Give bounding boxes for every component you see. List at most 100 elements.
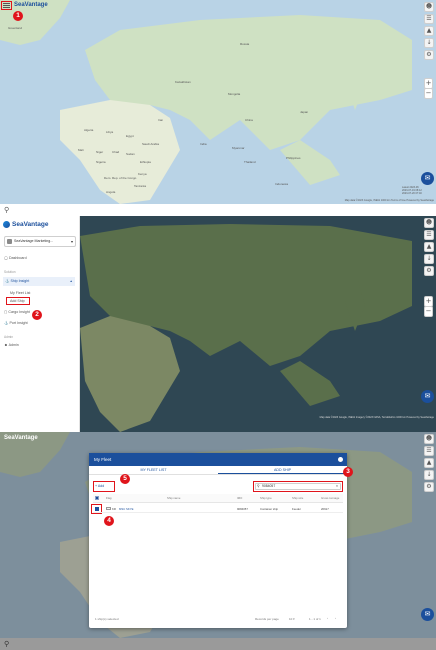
dialog-header: My Fleet <box>89 453 347 466</box>
map-label-tanzania: Tanzania <box>134 184 147 188</box>
pagination-range: 1 - 1 of 1 <box>309 617 321 621</box>
map-label-myanmar: Myanmar <box>232 146 245 150</box>
col-ship-name: Ship name <box>167 496 181 500</box>
map-label-algeria: Algeria <box>84 128 94 132</box>
annotation-number-3: 3 <box>343 467 353 477</box>
tab-my-fleet-list[interactable]: MY FLEET LIST <box>89 466 218 474</box>
tab-add-ship[interactable]: ADD SHIP <box>218 466 347 474</box>
workspace-selector[interactable]: SeaVantage Marketing... ▾ <box>4 236 76 247</box>
chevron-up-icon: ▴ <box>70 279 72 283</box>
sidebar-item-add-ship[interactable]: Add Ship <box>10 299 25 303</box>
download-icon[interactable]: ↓ <box>424 254 434 264</box>
map-panel-2[interactable]: SeaVantage SeaVantage Marketing... ▾ ◯ D… <box>0 216 436 432</box>
world-map-light <box>0 0 436 204</box>
filter-icon[interactable]: ▲ <box>424 458 434 468</box>
imo-search-input[interactable]: ⚲ 9084057 × <box>255 483 341 490</box>
map-info-box: Latest 2023-06 2023-07-19 08:12 2023-07-… <box>402 186 422 195</box>
chat-support-button[interactable]: ✉ <box>421 608 434 621</box>
map-toolbar-right: ☻ ☰ ▲ ↓ ⚙ <box>424 434 434 492</box>
rows-per-page-select[interactable]: 10 ▾ <box>289 617 295 621</box>
sidebar-item-label: Ship Insight <box>10 279 30 283</box>
settings-icon[interactable]: ⚙ <box>424 482 434 492</box>
chevron-down-icon: ▾ <box>70 239 73 244</box>
map-label-angola: Angola <box>106 190 116 194</box>
zoom-out-button[interactable]: − <box>424 306 433 317</box>
my-fleet-dialog: My Fleet MY FLEET LIST ADD SHIP + Add 5 … <box>89 453 353 628</box>
sidebar-item-port-insight[interactable]: ⚓ Port Insight <box>4 321 28 325</box>
map-panel-1[interactable]: SeaVantage 1 Greenland Russia Kazakhstan… <box>0 0 436 204</box>
col-ship-type: Ship type <box>260 496 272 500</box>
chat-support-button[interactable]: ✉ <box>421 172 434 185</box>
chat-support-button[interactable]: ✉ <box>421 390 434 403</box>
sidebar-brand-logo: SeaVantage <box>3 221 49 228</box>
sidebar: SeaVantage SeaVantage Marketing... ▾ ◯ D… <box>0 216 80 432</box>
cell-ship-name[interactable]: MSC SKYE <box>119 507 133 511</box>
annotation-number-5: 5 <box>120 474 130 484</box>
user-icon[interactable]: ☻ <box>424 434 434 444</box>
annotation-number-2: 2 <box>32 310 42 320</box>
hamburger-menu-icon[interactable] <box>3 3 10 8</box>
row-checkbox[interactable] <box>95 507 99 511</box>
dialog-footer: 1 ship(s) selected Records per page 10 ▾… <box>93 615 343 624</box>
search-icon[interactable]: ⚲ <box>4 640 9 648</box>
brand-wordmark: SeaVantage <box>14 2 48 8</box>
sidebar-item-my-fleet-list[interactable]: My Fleet List <box>10 291 30 295</box>
sidebar-item-label: Port Insight <box>9 321 28 325</box>
next-page-icon[interactable]: › <box>335 616 336 620</box>
map-label-japan: Japan <box>300 110 309 114</box>
map-attribution: Map data ©2023 Google, INEGI 1000 km Ter… <box>344 199 434 202</box>
layers-icon[interactable]: ☰ <box>424 446 434 456</box>
logo-mark-icon <box>3 221 10 228</box>
settings-icon[interactable]: ⚙ <box>424 50 434 60</box>
layers-icon[interactable]: ☰ <box>424 230 434 240</box>
results-table-header: Flag Ship name IMO Ship type Ship size G… <box>93 494 343 503</box>
selected-count: 1 ship(s) selected <box>95 617 119 621</box>
map-attribution: Map data ©2023 Google, INEGI Imagery ©20… <box>319 416 434 419</box>
workspace-icon <box>7 239 12 244</box>
sidebar-item-admin[interactable]: ☻ Admin <box>4 343 19 347</box>
download-icon[interactable]: ↓ <box>424 470 434 480</box>
col-ship-size: Ship size <box>292 496 304 500</box>
user-icon[interactable]: ☻ <box>424 2 434 12</box>
map-label-greenland: Greenland <box>8 26 23 30</box>
map-label-russia: Russia <box>240 42 250 46</box>
imo-search-value: 9084057 <box>262 484 276 488</box>
brand-logo: SeaVantage <box>4 435 38 441</box>
chevron-down-icon: ▾ <box>292 617 295 621</box>
prev-page-icon[interactable]: ‹ <box>327 616 328 620</box>
search-icon: ⚲ <box>257 484 260 488</box>
add-button[interactable]: + Add <box>95 483 104 490</box>
map-label-philippines: Philippines <box>286 156 301 160</box>
filter-icon[interactable]: ▲ <box>424 242 434 252</box>
sidebar-item-label: Dashboard <box>9 256 27 260</box>
user-icon[interactable]: ☻ <box>424 218 434 228</box>
sidebar-item-dashboard[interactable]: ◯ Dashboard <box>4 256 27 260</box>
select-all-checkbox[interactable] <box>95 496 99 500</box>
annotation-number-1: 1 <box>13 11 23 21</box>
filter-icon[interactable]: ▲ <box>424 26 434 36</box>
sidebar-item-ship-insight[interactable]: ⚓ Ship Insight ▴ <box>3 277 75 286</box>
download-icon[interactable]: ↓ <box>424 38 434 48</box>
map-label-kenya: Kenya <box>138 172 147 176</box>
map-toolbar-right: ☻ ☰ ▲ ↓ ⚙ <box>424 2 434 60</box>
cell-ship-type: Container ship <box>260 507 279 511</box>
map-panel-3[interactable]: SeaVantage ☻ ☰ ▲ ↓ ⚙ ✉ My Fleet MY FLEET… <box>0 432 436 638</box>
settings-icon[interactable]: ⚙ <box>424 266 434 276</box>
layers-icon[interactable]: ☰ <box>424 14 434 24</box>
sidebar-item-label: Cargo Insight <box>8 310 30 314</box>
col-gross-tonnage: Gross tonnage <box>321 496 340 500</box>
sidebar-item-label: Admin <box>8 343 19 347</box>
clear-icon[interactable]: × <box>336 484 338 489</box>
map-label-india: India <box>200 142 207 146</box>
brand-logo: SeaVantage <box>14 2 48 8</box>
annotation-number-4: 4 <box>104 516 114 526</box>
workspace-name: SeaVantage Marketing... <box>14 239 54 243</box>
sidebar-item-cargo-insight[interactable]: ▢ Cargo Insight <box>4 310 30 314</box>
close-icon[interactable] <box>338 457 343 462</box>
col-imo: IMO <box>237 496 243 500</box>
map-label-sudan: Sudan <box>126 152 135 156</box>
table-row[interactable]: KR MSC SKYE 9084057 Container ship Feede… <box>93 505 343 513</box>
zoom-out-button[interactable]: − <box>424 88 433 99</box>
map-label-nigeria: Nigeria <box>96 160 106 164</box>
search-icon[interactable]: ⚲ <box>4 206 9 214</box>
